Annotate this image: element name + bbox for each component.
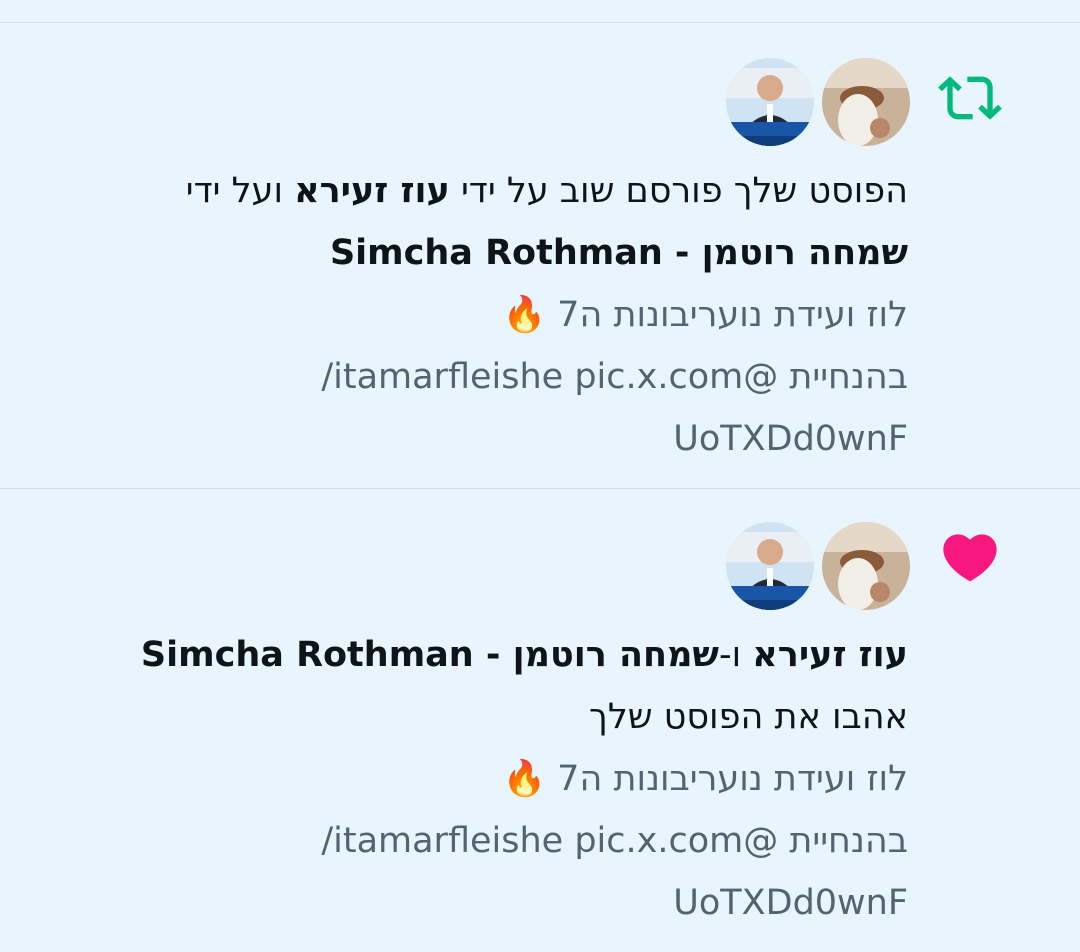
notification-repost[interactable]: הפוסט שלך פורסם שוב על ידי עוז זעירא ועל… <box>0 23 1080 488</box>
avatar-oz[interactable] <box>822 58 910 146</box>
headline-joiner: ועל ידי <box>185 171 283 211</box>
notification-content: עוז זעירא ו-שמחה רוטמן - Simcha Rothman … <box>88 624 908 934</box>
user-link-oz[interactable]: עוז זעירא <box>294 171 450 211</box>
avatar-oz[interactable] <box>822 522 910 610</box>
post-line-1: לוז ועידת נועריבונות ה7 🔥 <box>502 295 908 335</box>
post-line-3[interactable]: UoTXDd0wnF <box>88 872 908 934</box>
headline-suffix: אהבו את הפוסט שלך <box>589 697 908 737</box>
avatar-simcha[interactable] <box>726 58 814 146</box>
user-link-oz[interactable]: עוז זעירא <box>752 635 908 675</box>
post-line-2[interactable]: בהנחיית @itamarfleishe pic.x.com/ <box>88 810 908 872</box>
post-line-2[interactable]: בהנחיית @itamarfleishe pic.x.com/ <box>88 346 908 408</box>
avatar-simcha[interactable] <box>726 522 814 610</box>
avatar-group <box>726 58 910 146</box>
avatar-group <box>726 522 910 610</box>
notification-content: הפוסט שלך פורסם שוב על ידי עוז זעירא ועל… <box>88 160 908 470</box>
heart-icon <box>943 534 997 582</box>
headline-joiner: ו- <box>718 635 742 675</box>
notification-like[interactable]: עוז זעירא ו-שמחה רוטמן - Simcha Rothman … <box>0 489 1080 952</box>
headline: עוז זעירא ו-שמחה רוטמן - Simcha Rothman <box>88 624 908 686</box>
user-link-simcha[interactable]: שמחה רוטמן - Simcha Rothman <box>330 233 908 273</box>
repost-icon <box>938 76 1002 120</box>
post-line-1: לוז ועידת נועריבונות ה7 🔥 <box>502 759 908 799</box>
post-line-3[interactable]: UoTXDd0wnF <box>88 408 908 470</box>
headline: הפוסט שלך פורסם שוב על ידי עוז זעירא ועל… <box>88 160 908 222</box>
headline-prefix: הפוסט שלך פורסם שוב על ידי <box>460 171 908 211</box>
user-link-simcha[interactable]: שמחה רוטמן - Simcha Rothman <box>141 635 719 675</box>
headline-line-2: שמחה רוטמן - Simcha Rothman <box>88 222 908 284</box>
